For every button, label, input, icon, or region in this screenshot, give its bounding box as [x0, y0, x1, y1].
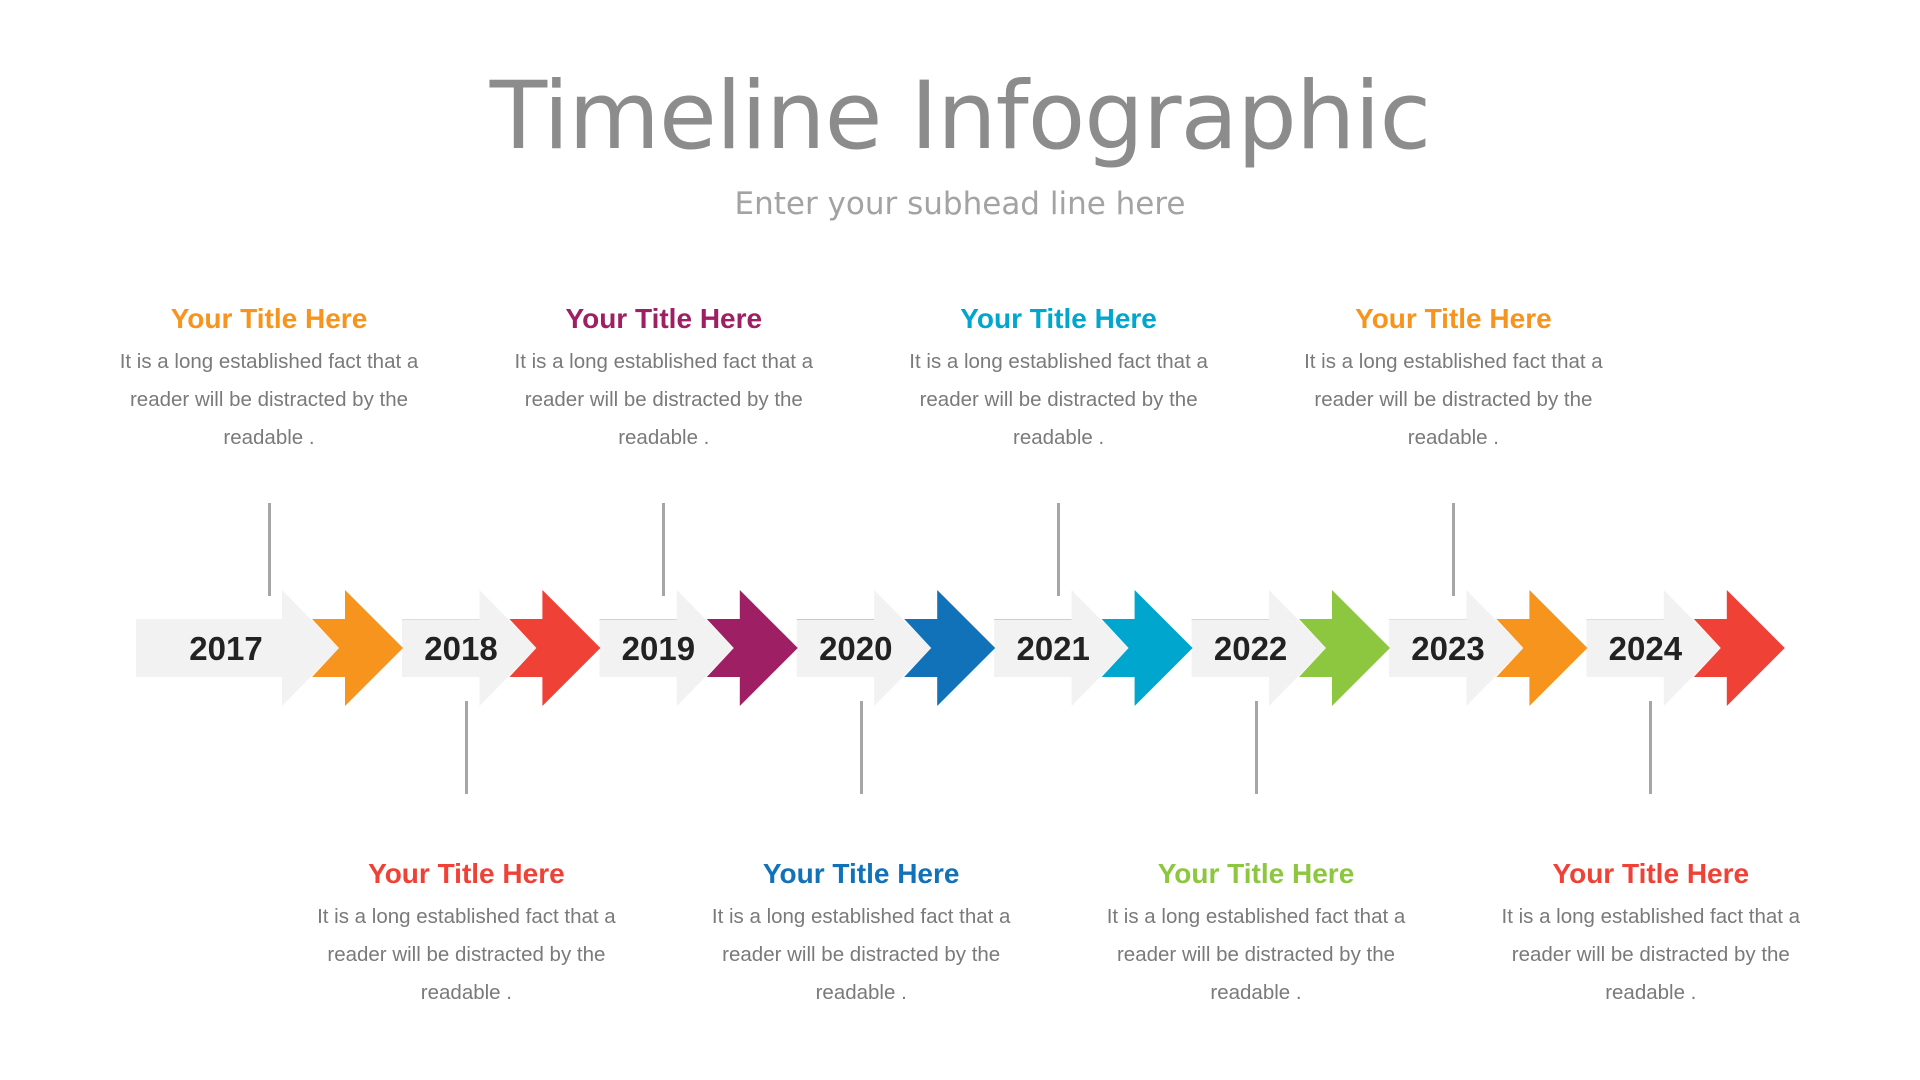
- milestone-title: Your Title Here: [762, 858, 960, 889]
- description-line: It is a long established fact that a: [909, 350, 1208, 373]
- connector-line: [1254, 701, 1258, 794]
- milestone-2023: Your Title Here It is a long established …: [1273, 301, 1633, 457]
- description-line: readable .: [1210, 981, 1302, 1004]
- description-line: readable .: [815, 981, 907, 1004]
- year-label: 2022: [1213, 630, 1288, 667]
- description-line: It is a long established fact that a: [514, 350, 814, 373]
- connector-line: [267, 503, 271, 596]
- year-label: 2024: [1608, 630, 1683, 667]
- connector-line: [859, 701, 863, 794]
- milestone-title: Your Title Here: [1355, 303, 1552, 334]
- year-label: 2018: [424, 630, 498, 667]
- description-line: reader will be distracted by the: [1116, 943, 1396, 966]
- connector-line: [1057, 503, 1061, 596]
- milestone-description: It is a long established fact that a read…: [696, 898, 1026, 1012]
- description-line: It is a long established fact that a: [711, 905, 1011, 928]
- milestone-2019: Your Title Here It is a long established …: [484, 301, 844, 457]
- milestone-description: It is a long established fact that a read…: [1091, 898, 1421, 1012]
- milestone-2022: Your Title Here It is a long established …: [1076, 856, 1436, 1012]
- description-line: It is a long established fact that a: [1106, 905, 1406, 928]
- description-line: It is a long established fact that a: [119, 350, 419, 373]
- description-line: reader will be distracted by the: [129, 388, 409, 411]
- milestone-description: It is a long established fact that a read…: [104, 343, 434, 457]
- description-line: It is a long established fact that a: [1304, 350, 1603, 373]
- milestone-title: Your Title Here: [1552, 858, 1750, 889]
- milestone-description: It is a long established fact that a read…: [499, 343, 829, 457]
- description-line: readable .: [1605, 981, 1697, 1004]
- connector-line: [1451, 503, 1455, 596]
- description-line: reader will be distracted by the: [327, 943, 606, 966]
- description-line: It is a long established fact that a: [1501, 905, 1801, 928]
- description-line: readable .: [618, 426, 710, 449]
- year-label: 2020: [819, 630, 893, 667]
- milestone-description: It is a long established fact that a read…: [1288, 343, 1618, 457]
- description-line: readable .: [1407, 426, 1499, 449]
- milestone-2024: Your Title Here It is a long established …: [1471, 856, 1831, 1012]
- milestone-2021: Your Title Here It is a long established …: [879, 301, 1239, 457]
- description-line: readable .: [420, 981, 512, 1004]
- milestone-description: It is a long established fact that a read…: [894, 343, 1224, 457]
- description-line: reader will be distracted by the: [1511, 943, 1790, 966]
- year-label: 2021: [1016, 630, 1090, 667]
- description-line: readable .: [1013, 426, 1105, 449]
- description-line: reader will be distracted by the: [722, 943, 1001, 966]
- connector-line: [662, 503, 666, 596]
- description-line: readable .: [223, 426, 315, 449]
- milestone-title: Your Title Here: [960, 303, 1157, 334]
- milestone-2020: Your Title Here It is a long established …: [681, 856, 1041, 1012]
- milestone-title: Your Title Here: [1157, 858, 1355, 889]
- milestone-title: Your Title Here: [170, 303, 368, 334]
- description-line: reader will be distracted by the: [1314, 388, 1593, 411]
- year-label: 2019: [621, 630, 696, 667]
- milestone-title: Your Title Here: [368, 858, 565, 889]
- description-line: It is a long established fact that a: [317, 905, 616, 928]
- connector-line: [464, 701, 468, 794]
- milestone-2018: Your Title Here It is a long established …: [286, 856, 646, 1012]
- year-label: 2023: [1411, 630, 1485, 667]
- milestone-title: Your Title Here: [565, 303, 763, 334]
- description-line: reader will be distracted by the: [919, 388, 1198, 411]
- description-line: reader will be distracted by the: [524, 388, 803, 411]
- milestone-2017: Your Title Here It is a long established …: [89, 301, 449, 457]
- connector-line: [1649, 701, 1653, 794]
- milestone-description: It is a long established fact that a read…: [1486, 898, 1816, 1012]
- milestone-description: It is a long established fact that a read…: [301, 898, 631, 1012]
- year-label: 2017: [189, 630, 263, 667]
